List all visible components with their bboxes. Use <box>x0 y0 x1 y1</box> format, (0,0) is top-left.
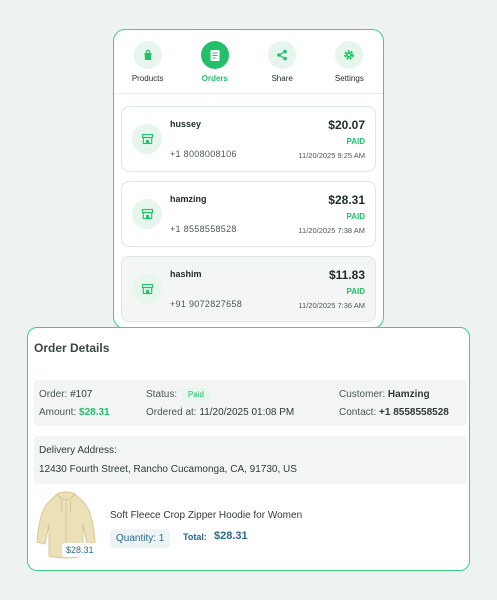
order-card[interactable]: hamzing +1 8558558528 $28.31 PAID 11/20/… <box>121 181 376 247</box>
tab-settings-label: Settings <box>334 74 364 83</box>
customer-phone: +91 9072827658 <box>170 299 243 309</box>
gear-icon <box>335 41 364 69</box>
status-badge: PAID <box>346 287 365 296</box>
order-amount: $20.07 <box>328 118 365 132</box>
orders-list: hussey +1 8008008106 $20.07 PAID 11/20/2… <box>114 94 383 322</box>
delivery-address: Delivery Address: 12430 Fourth Street, R… <box>34 436 467 484</box>
amount-label: Amount: <box>39 407 77 418</box>
order-timestamp: 11/20/2025 7:38 AM <box>298 226 365 235</box>
order-status-row: Status: Paid <box>146 388 209 401</box>
delivery-address-value: 12430 Fourth Street, Rancho Cucamonga, C… <box>39 464 297 475</box>
customer-label: Customer: <box>339 389 386 400</box>
customer-phone: +1 8558558528 <box>170 224 237 234</box>
tab-orders-label: Orders <box>201 74 228 83</box>
order-timestamp: 11/20/2025 9:25 AM <box>298 151 365 160</box>
tab-bar: Products Orders Share Settings <box>114 30 383 94</box>
order-card[interactable]: hussey +1 8008008106 $20.07 PAID 11/20/2… <box>121 106 376 172</box>
status-badge: Paid <box>182 388 209 401</box>
store-icon <box>132 199 162 229</box>
customer-value: Hamzing <box>387 389 430 400</box>
ordered-at-row: Ordered at: 11/20/2025 01:08 PM <box>146 407 294 418</box>
product-price: $28.31 <box>62 543 98 557</box>
ordered-at-label: Ordered at: <box>146 407 197 418</box>
order-amount: $28.31 <box>328 193 365 207</box>
order-timestamp: 11/20/2025 7:36 AM <box>298 301 365 310</box>
total-label: Total: <box>183 532 207 542</box>
order-number: Order: #107 <box>39 389 92 400</box>
tab-share[interactable]: Share <box>249 30 316 93</box>
shopping-bag-icon <box>133 41 162 69</box>
tab-orders[interactable]: Orders <box>181 30 248 93</box>
order-number-value: #107 <box>70 389 93 400</box>
customer-name: hamzing <box>170 194 207 204</box>
tab-share-label: Share <box>271 74 293 83</box>
order-card[interactable]: hashim +91 9072827658 $11.83 PAID 11/20/… <box>121 256 376 322</box>
customer-name: hashim <box>170 269 202 279</box>
customer-phone: +1 8008008106 <box>170 149 237 159</box>
order-details-panel: Order Details Order: #107 Amount: $28.31… <box>27 327 470 571</box>
receipt-icon <box>200 41 229 69</box>
total-value: $28.31 <box>214 530 248 542</box>
status-badge: PAID <box>346 137 365 146</box>
order-amount-row: Amount: $28.31 <box>39 407 110 418</box>
status-label: Status: <box>146 389 178 400</box>
order-details-title: Order Details <box>34 341 110 355</box>
orders-panel: Products Orders Share Settings hussey +1… <box>113 29 384 329</box>
status-badge: PAID <box>346 212 365 221</box>
product-name: Soft Fleece Crop Zipper Hoodie for Women <box>110 510 303 521</box>
order-number-label: Order: <box>39 389 68 400</box>
contact-row: Contact: +1 8558558528 <box>339 407 449 418</box>
share-icon <box>268 41 297 69</box>
tab-settings[interactable]: Settings <box>316 30 383 93</box>
order-summary: Order: #107 Amount: $28.31 Status: Paid … <box>34 380 467 426</box>
amount-value: $28.31 <box>79 407 110 418</box>
product-quantity: Quantity: 1 <box>110 529 171 548</box>
store-icon <box>132 274 162 304</box>
tab-products-label: Products <box>131 74 164 83</box>
store-icon <box>132 124 162 154</box>
delivery-address-label: Delivery Address: <box>39 445 117 456</box>
contact-label: Contact: <box>339 407 377 418</box>
tab-products[interactable]: Products <box>114 30 181 93</box>
customer-name: hussey <box>170 119 202 129</box>
contact-value: +1 8558558528 <box>379 407 449 418</box>
ordered-at-value: 11/20/2025 01:08 PM <box>199 407 295 418</box>
order-amount: $11.83 <box>328 268 365 282</box>
customer-row: Customer: Hamzing <box>339 389 430 400</box>
